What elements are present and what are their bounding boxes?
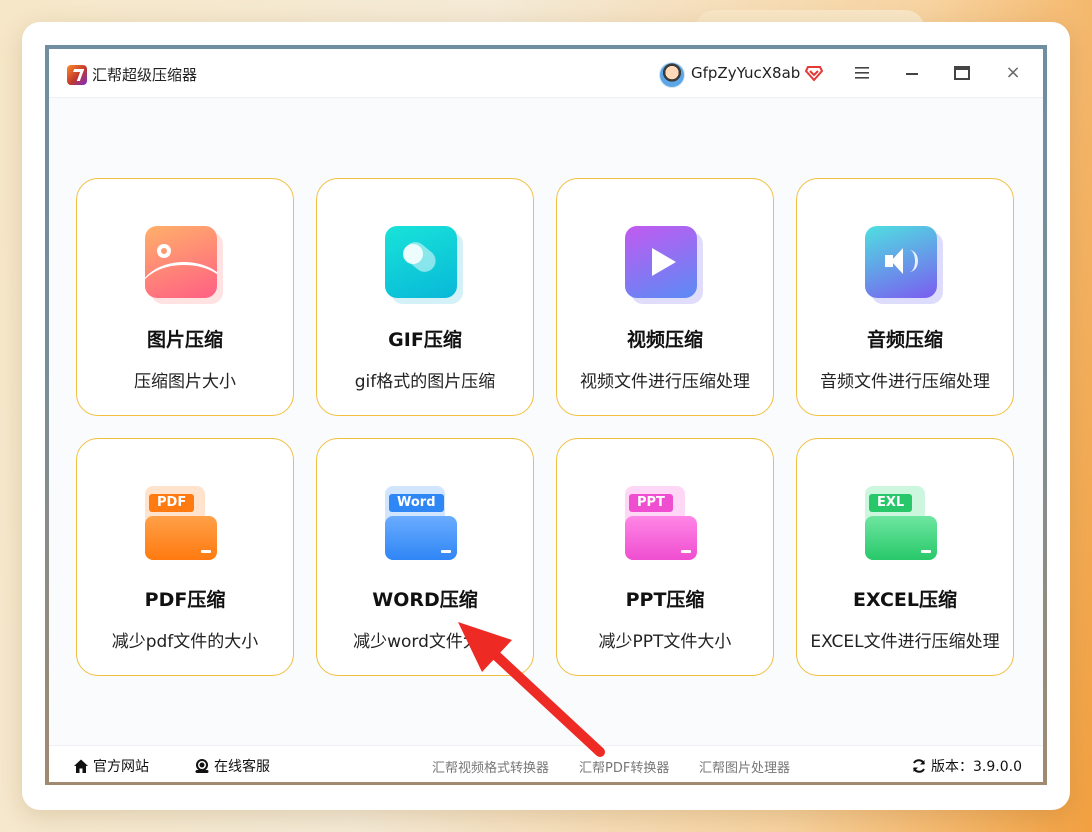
customer-service-icon — [195, 759, 209, 773]
vip-diamond-icon[interactable] — [805, 64, 823, 82]
refresh-icon — [913, 759, 925, 773]
video-icon — [625, 226, 697, 298]
card-excel-compress[interactable]: EXL EXCEL压缩 EXCEL文件进行压缩处理 — [796, 438, 1014, 676]
card-desc: gif格式的图片压缩 — [354, 372, 496, 392]
ppt-tag: PPT — [629, 494, 673, 512]
app-title: 汇帮超级压缩器 — [92, 66, 198, 84]
card-title: EXCEL压缩 — [853, 589, 957, 611]
ppt-folder-icon: PPT — [625, 486, 697, 560]
close-icon[interactable]: × — [1005, 64, 1021, 82]
card-gif-compress[interactable]: GIF压缩 gif格式的图片压缩 — [316, 178, 534, 416]
card-title: PDF压缩 — [144, 589, 226, 611]
card-word-compress[interactable]: Word WORD压缩 减少word文件大小 — [316, 438, 534, 676]
online-support-link[interactable]: 在线客服 — [194, 756, 270, 776]
official-website-label: 官方网站 — [93, 759, 149, 775]
app-logo-icon — [67, 65, 87, 85]
image-processor-link[interactable]: 汇帮图片处理器 — [699, 757, 790, 776]
version-label: 版本：3.9.0.0 — [931, 759, 1022, 775]
card-title: GIF压缩 — [388, 329, 462, 351]
maximize-icon[interactable] — [954, 66, 970, 80]
card-desc: 压缩图片大小 — [134, 372, 236, 392]
excel-tag: EXL — [869, 494, 913, 512]
card-video-compress[interactable]: 视频压缩 视频文件进行压缩处理 — [556, 178, 774, 416]
card-desc: 减少word文件大小 — [353, 632, 497, 652]
card-title: 图片压缩 — [146, 329, 223, 351]
card-desc: 减少PPT文件大小 — [598, 632, 732, 652]
home-icon — [74, 759, 88, 773]
audio-icon — [865, 226, 937, 298]
menu-icon[interactable] — [855, 67, 869, 79]
video-converter-link[interactable]: 汇帮视频格式转换器 — [432, 757, 549, 776]
pdf-folder-icon: PDF — [145, 486, 217, 560]
card-pdf-compress[interactable]: PDF PDF压缩 减少pdf文件的大小 — [76, 438, 294, 676]
card-title: 音频压缩 — [866, 329, 943, 351]
excel-folder-icon: EXL — [865, 486, 937, 560]
card-audio-compress[interactable]: 音频压缩 音频文件进行压缩处理 — [796, 178, 1014, 416]
pdf-tag: PDF — [149, 494, 195, 512]
card-title: WORD压缩 — [372, 589, 478, 611]
user-avatar[interactable] — [659, 62, 685, 88]
username[interactable]: GfpZyYucX8ab — [691, 64, 800, 82]
card-ppt-compress[interactable]: PPT PPT压缩 减少PPT文件大小 — [556, 438, 774, 676]
card-desc: 音频文件进行压缩处理 — [820, 372, 990, 392]
app-window: 汇帮超级压缩器 GfpZyYucX8ab × 图片压缩 压缩图片大小 GIF压缩… — [49, 49, 1043, 782]
word-tag: Word — [389, 494, 444, 512]
pdf-converter-link[interactable]: 汇帮PDF转换器 — [579, 757, 669, 776]
version-info[interactable]: 版本：3.9.0.0 — [911, 756, 1022, 776]
card-title: PPT压缩 — [625, 589, 705, 611]
online-support-label: 在线客服 — [214, 759, 270, 775]
word-folder-icon: Word — [385, 486, 457, 560]
gif-icon — [385, 226, 457, 298]
image-icon — [145, 226, 217, 298]
card-desc: 减少pdf文件的大小 — [111, 632, 259, 652]
card-desc: EXCEL文件进行压缩处理 — [810, 632, 1000, 652]
official-website-link[interactable]: 官方网站 — [73, 756, 149, 776]
footer-bar: 官方网站 在线客服 汇帮视频格式转换器 汇帮PDF转换器 汇帮图片处理器 版本：… — [49, 745, 1043, 782]
card-title: 视频压缩 — [626, 329, 703, 351]
card-desc: 视频文件进行压缩处理 — [580, 372, 750, 392]
card-image-compress[interactable]: 图片压缩 压缩图片大小 — [76, 178, 294, 416]
title-bar: 汇帮超级压缩器 GfpZyYucX8ab × — [49, 49, 1043, 98]
minimize-icon[interactable] — [906, 73, 918, 75]
